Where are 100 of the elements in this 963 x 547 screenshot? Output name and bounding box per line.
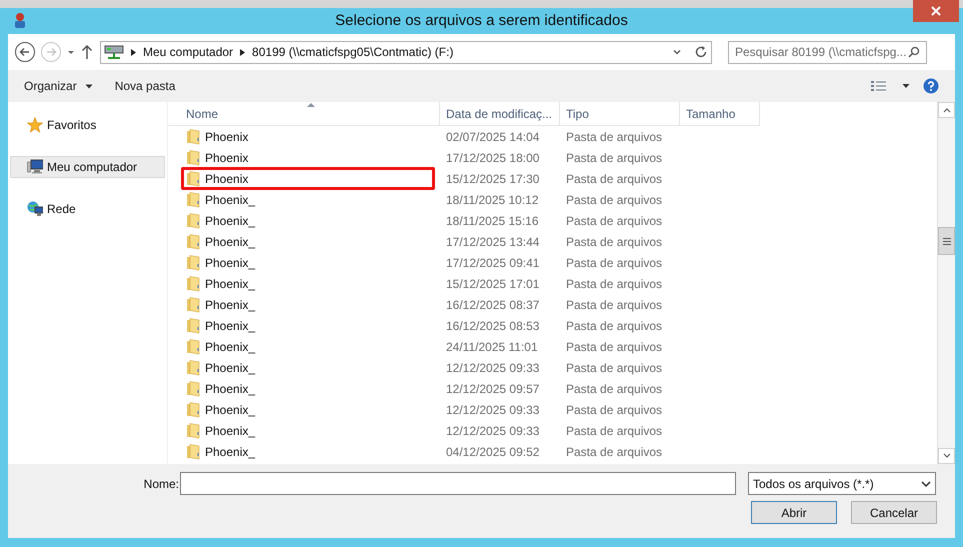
search-icon bbox=[908, 46, 920, 58]
folder-icon bbox=[186, 338, 200, 355]
network-drive-icon bbox=[104, 44, 124, 60]
breadcrumb[interactable]: 80199 (\\cmaticfspg05\Contmatic) (F:) bbox=[252, 43, 454, 61]
folder-icon bbox=[186, 359, 200, 376]
network-icon bbox=[27, 201, 43, 217]
file-name-label: Nome: bbox=[142, 476, 179, 492]
folder-icon bbox=[186, 254, 200, 271]
dropdown-icon bbox=[84, 83, 93, 89]
type-cell-text: Pasta de arquivos bbox=[565, 422, 664, 440]
date-cell-text: 16/12/2025 08:53 bbox=[445, 318, 540, 334]
type-cell-text: Pasta de arquivos bbox=[565, 402, 664, 418]
file-name[interactable]: Phoenix_ bbox=[205, 190, 256, 208]
dialog-button[interactable]: Cancelar bbox=[851, 501, 937, 524]
folder-icon bbox=[186, 128, 200, 145]
close-icon bbox=[931, 6, 941, 16]
date-cell-text: 12/12/2025 09:33 bbox=[445, 402, 540, 418]
folder-icon bbox=[186, 401, 200, 418]
folder-icon bbox=[186, 233, 200, 250]
address-bar[interactable]: Meu computador 80199 (\\cmaticfspg05\Contmatic) (F:) bbox=[100, 40, 712, 64]
sidebar-item[interactable]: Favoritos bbox=[10, 114, 165, 136]
sidebar-item[interactable]: Rede bbox=[10, 198, 165, 220]
file-name[interactable]: Phoenix_ bbox=[205, 442, 256, 460]
type-cell-text: Pasta de arquivos bbox=[565, 234, 664, 250]
scroll-down-icon[interactable] bbox=[942, 453, 950, 459]
file-name[interactable]: Phoenix_ bbox=[205, 274, 256, 292]
file-name[interactable]: Phoenix_ bbox=[205, 400, 256, 418]
date-cell-text: 15/12/2025 17:01 bbox=[445, 276, 540, 292]
dropdown-icon[interactable] bbox=[672, 47, 682, 57]
date-cell-text: 15/12/2025 17:30 bbox=[445, 170, 540, 188]
breadcrumb[interactable]: Meu computador bbox=[143, 43, 234, 61]
type-cell-text: Pasta de arquivos bbox=[565, 276, 664, 292]
folder-icon bbox=[186, 149, 200, 166]
type-cell-text: Pasta de arquivos bbox=[565, 380, 664, 398]
date-cell-text: 17/12/2025 09:41 bbox=[445, 254, 540, 272]
date-cell-text: 16/12/2025 08:37 bbox=[445, 296, 540, 314]
date-cell-text: 12/12/2025 09:57 bbox=[445, 380, 540, 398]
computer-icon bbox=[27, 159, 43, 175]
type-cell-text: Pasta de arquivos bbox=[565, 170, 664, 188]
file-name[interactable]: Phoenix_ bbox=[205, 422, 256, 440]
star-icon bbox=[27, 117, 43, 133]
date-cell-text: 12/12/2025 09:33 bbox=[445, 360, 540, 376]
column-header[interactable]: Tipo bbox=[560, 102, 680, 126]
type-cell-text: Pasta de arquivos bbox=[565, 296, 664, 314]
date-cell-text: 04/12/2025 09:52 bbox=[445, 444, 540, 460]
back-icon[interactable] bbox=[14, 41, 36, 63]
view-options-icon[interactable] bbox=[871, 80, 887, 92]
chevron-icon[interactable] bbox=[239, 48, 246, 56]
close-button[interactable] bbox=[913, 0, 959, 22]
date-cell-text: 18/11/2025 10:12 bbox=[445, 192, 540, 208]
folder-icon bbox=[186, 422, 200, 439]
dropdown-icon bbox=[921, 480, 931, 488]
type-cell-text: Pasta de arquivos bbox=[565, 338, 664, 356]
type-cell-text: Pasta de arquivos bbox=[565, 192, 664, 208]
folder-icon bbox=[186, 443, 200, 460]
folder-icon bbox=[186, 275, 200, 292]
file-name[interactable]: Phoenix_ bbox=[205, 316, 256, 334]
file-name[interactable]: Phoenix_ bbox=[205, 296, 256, 314]
scroll-up-icon[interactable] bbox=[942, 107, 950, 113]
search-field[interactable]: Pesquisar 80199 (\\cmaticfspg... bbox=[728, 40, 927, 64]
window-title: Selecione os arquivos a serem identificados bbox=[334, 10, 629, 31]
new-folder-button[interactable]: Nova pasta bbox=[114, 77, 176, 95]
file-name[interactable]: Phoenix bbox=[205, 170, 248, 188]
file-name[interactable]: Phoenix_ bbox=[205, 358, 256, 376]
type-cell-text: Pasta de arquivos bbox=[565, 128, 664, 146]
refresh-icon[interactable] bbox=[694, 45, 708, 59]
column-header[interactable]: Data de modificaç... bbox=[440, 102, 560, 126]
folder-icon bbox=[186, 380, 200, 397]
file-name[interactable]: Phoenix_ bbox=[205, 380, 256, 398]
file-name[interactable]: Phoenix_ bbox=[205, 338, 256, 356]
folder-icon bbox=[186, 296, 200, 313]
chevron-icon[interactable] bbox=[130, 48, 137, 56]
scroll-thumb-grip-icon bbox=[942, 238, 950, 244]
sidebar-item[interactable]: Meu computador bbox=[10, 156, 165, 178]
column-header[interactable]: Nome bbox=[168, 102, 440, 126]
file-type-dropdown[interactable]: Todos os arquivos (*.*) bbox=[748, 472, 936, 495]
folder-icon bbox=[186, 191, 200, 208]
help-icon[interactable] bbox=[923, 78, 939, 94]
file-name[interactable]: Phoenix bbox=[205, 128, 248, 146]
type-cell-text: Pasta de arquivos bbox=[565, 444, 664, 460]
date-cell-text: 12/12/2025 09:33 bbox=[445, 422, 540, 440]
date-cell-text: 17/12/2025 18:00 bbox=[445, 150, 540, 166]
scrollbar[interactable] bbox=[937, 102, 955, 464]
type-cell-text: Pasta de arquivos bbox=[565, 318, 664, 334]
up-icon[interactable] bbox=[80, 44, 94, 60]
date-cell-text: 17/12/2025 13:44 bbox=[445, 234, 540, 250]
folder-icon bbox=[186, 212, 200, 229]
date-cell-text: 02/07/2025 14:04 bbox=[445, 128, 540, 146]
column-header[interactable]: Tamanho bbox=[680, 102, 760, 126]
file-name[interactable]: Phoenix bbox=[205, 148, 248, 166]
folder-icon bbox=[186, 317, 200, 334]
file-name[interactable]: Phoenix_ bbox=[205, 254, 256, 272]
date-cell-text: 18/11/2025 15:16 bbox=[445, 212, 540, 230]
organize-menu[interactable]: Organizar bbox=[24, 77, 93, 95]
dialog-button[interactable]: Abrir bbox=[751, 501, 837, 524]
file-name[interactable]: Phoenix_ bbox=[205, 212, 256, 230]
sort-ascending-icon bbox=[307, 102, 315, 107]
file-name[interactable]: Phoenix_ bbox=[205, 232, 256, 250]
type-cell-text: Pasta de arquivos bbox=[565, 212, 664, 230]
file-name-field[interactable] bbox=[180, 472, 736, 495]
